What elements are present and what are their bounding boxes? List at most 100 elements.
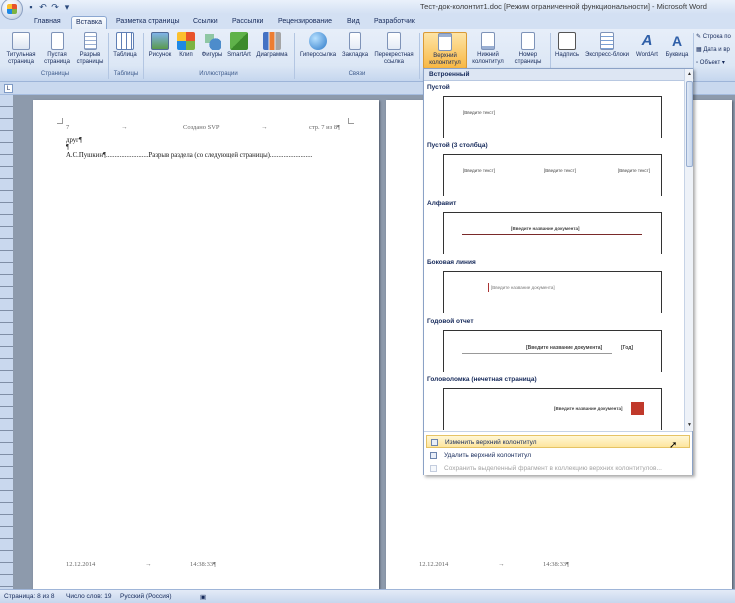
placeholder-text: [Введите текст] [463,110,495,115]
dropcap-icon: A [671,33,683,49]
status-language[interactable]: Русский (Россия) [120,593,172,600]
globe-icon [309,32,327,50]
wordart-icon: A [641,32,653,49]
tab-review[interactable]: Рецензирование [274,16,336,29]
header-page-number: 7 [66,124,70,131]
picture-button[interactable]: Рисунок [145,32,175,59]
clipart-icon [177,32,195,50]
placeholder-text: [Введите название документа] [526,345,603,351]
status-page[interactable]: Страница: 8 из 8 [4,593,55,600]
cross-reference-icon [387,32,401,50]
divider-line [462,234,642,235]
gallery-section-title: Головоломка (нечетная страница) [427,376,537,383]
group-label-tables: Таблицы [113,71,139,77]
remove-header-menu-item[interactable]: Удалить верхний колонтитул [426,449,690,462]
ribbon-separator [419,33,420,79]
chart-icon [263,32,281,50]
wordart-button[interactable]: A WordArt [632,32,662,59]
textbox-icon [558,32,576,50]
gallery-item-alphabet[interactable]: [Введите название документа] [443,212,662,254]
save-icon[interactable]: ▪ [26,2,36,12]
page-break-button[interactable]: Разрыв страницы [74,32,106,65]
page-number-icon [521,32,535,50]
placeholder-text: [Введите текст] [463,168,495,173]
gallery-item-blank[interactable]: [Введите текст] [443,96,662,138]
picture-icon [151,32,169,50]
dropcap-button[interactable]: A Буквица [662,32,692,59]
chart-button[interactable]: Диаграмма [252,32,292,59]
title-bar: ▪ ↶ ↷ ▾ Тест-док-колонтит1.doc [Режим ог… [0,0,735,20]
date-time-button[interactable]: ▦ Дата и вр [696,46,730,53]
scroll-down-icon[interactable]: ▼ [686,421,693,429]
tab-developer[interactable]: Разработчик [370,16,419,29]
header-button[interactable]: Верхний колонтитул [423,32,467,69]
gallery-item-annual-report[interactable]: [Введите название документа] [Год] [443,330,662,372]
tab-arrow: → [121,124,128,131]
edit-header-icon [431,439,438,446]
edit-header-menu-item[interactable]: Изменить верхний колонтитул [426,435,690,448]
placeholder-text: [Год] [621,345,634,351]
placeholder-text: [Введите текст] [544,168,576,173]
scrollbar-thumb[interactable] [686,81,693,167]
footer-icon [481,32,495,50]
tab-page-layout[interactable]: Разметка страницы [112,16,184,29]
vertical-ruler [0,95,13,589]
save-selection-icon [430,465,437,472]
gallery-item-blank-3col[interactable]: [Введите текст] [Введите текст] [Введите… [443,154,662,196]
gallery-section-title: Годовой отчет [427,318,474,325]
tab-view[interactable]: Вид [343,16,364,29]
textbox-button[interactable]: Надпись [552,32,582,59]
footer-button[interactable]: Нижний колонтитул [469,32,507,65]
hyperlink-button[interactable]: Гиперссылка [297,32,339,59]
redo-icon[interactable]: ↷ [50,2,60,12]
table-button[interactable]: Таблица [110,32,140,59]
gallery-section-title: Боковая линия [427,259,476,266]
footer-time: 14:38:33¶ [190,561,217,568]
tab-insert[interactable]: Вставка [71,16,108,29]
body-line: ¶ [66,144,70,151]
title-page-icon [12,32,30,50]
footer-time: 14:38:33¶ [543,561,570,568]
blank-page-button[interactable]: Пустая страница [41,32,73,65]
object-button[interactable]: ▫ Объект ▾ [696,59,725,66]
document-page[interactable]: 7 → Создано SVP → стр. 7 из 8¶ друг¶ ¶ А… [33,100,379,589]
undo-icon[interactable]: ↶ [38,2,48,12]
scroll-up-icon[interactable]: ▲ [686,70,693,78]
qat-dropdown-icon[interactable]: ▾ [62,2,72,12]
tab-arrow: → [145,561,152,568]
smartart-button[interactable]: SmartArt [226,32,252,59]
window-title: Тест-док-колонтит1.doc [Режим ограниченн… [420,2,707,11]
shapes-button[interactable]: Фигуры [199,32,225,59]
title-page-button[interactable]: Титульная страница [3,32,39,65]
gallery-item-sideline[interactable]: [Введите название документа] [443,271,662,313]
ribbon-separator [294,33,295,79]
body-line: А.С.Пушкин¶.........................Разр… [66,152,313,159]
footer-date: 12.12.2014 [66,561,96,568]
tab-selector-button[interactable]: L [4,84,13,93]
tab-references[interactable]: Ссылки [189,16,222,29]
tab-mailings[interactable]: Рассылки [228,16,267,29]
bookmark-icon [349,32,361,50]
gallery-menu: Изменить верхний колонтитул Удалить верх… [424,431,692,475]
header-icon [438,33,452,51]
quick-parts-icon [600,32,614,50]
tab-home[interactable]: Главная [30,16,65,29]
mouse-cursor-icon: ➚ [669,440,678,451]
quick-parts-button[interactable]: Экспресс-блоки [583,32,631,59]
header-right-text: стр. 7 из 8¶ [309,124,341,131]
remove-header-icon [430,452,437,459]
signature-line-button[interactable]: ✎ Строка по [696,33,731,40]
tab-arrow: → [261,124,268,131]
tab-arrow: → [498,561,505,568]
office-logo-icon [7,4,17,14]
gallery-scrollbar[interactable]: ▲ ▼ [684,69,693,431]
clip-button[interactable]: Клип [175,32,197,59]
page-number-button[interactable]: Номер страницы [509,32,547,65]
cross-reference-button[interactable]: Перекрестная ссылка [371,32,417,65]
macro-record-icon[interactable]: ▣ [200,593,206,601]
bookmark-button[interactable]: Закладка [340,32,370,59]
placeholder-text: [Введите название документа] [491,285,555,290]
gallery-item-puzzle[interactable]: [Введите название документа] [443,388,662,430]
status-word-count[interactable]: Число слов: 19 [66,593,112,600]
page-break-icon [83,32,97,50]
